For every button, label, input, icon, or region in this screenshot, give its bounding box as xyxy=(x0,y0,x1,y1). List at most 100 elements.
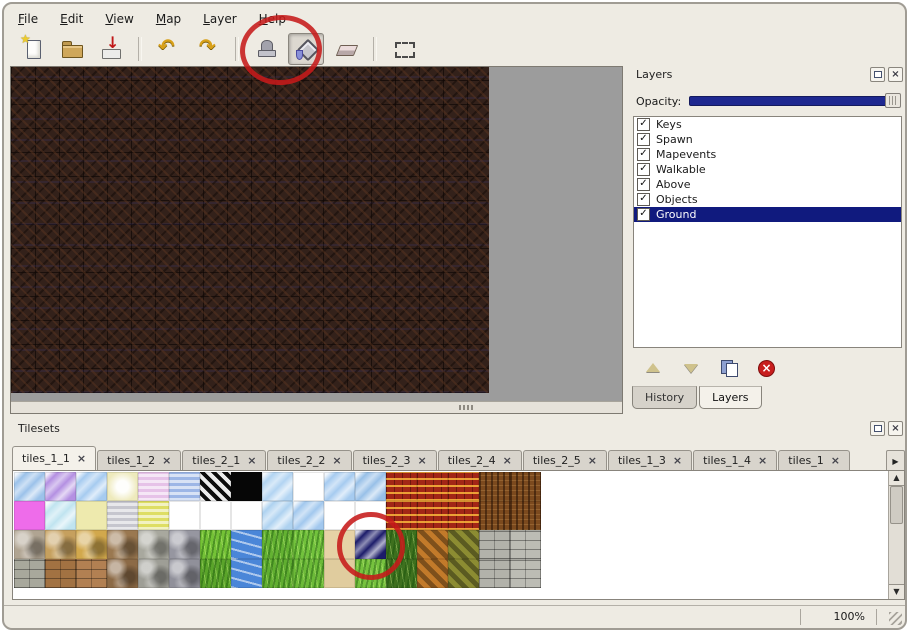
tileset-tile[interactable] xyxy=(293,530,324,559)
tileset-tile[interactable] xyxy=(76,559,107,588)
raise-layer-button[interactable] xyxy=(642,358,664,378)
panel-tab-layers[interactable]: Layers xyxy=(699,386,761,409)
tileset-tile[interactable] xyxy=(510,559,541,588)
tileset-tile[interactable] xyxy=(14,530,45,559)
tab-close-icon[interactable]: × xyxy=(831,455,840,466)
tileset-tile[interactable] xyxy=(417,530,448,559)
tileset-tile[interactable] xyxy=(169,472,200,501)
tileset-tile[interactable] xyxy=(45,501,76,530)
scrollbar-grip-icon[interactable] xyxy=(459,405,475,410)
tileset-tile[interactable] xyxy=(138,501,169,530)
lower-layer-button[interactable] xyxy=(680,358,702,378)
tileset-tile[interactable] xyxy=(45,472,76,501)
tileset-tile[interactable] xyxy=(479,501,510,530)
menu-file[interactable]: File xyxy=(16,10,40,28)
tileset-tab-tiles_1_3[interactable]: tiles_1_3× xyxy=(608,450,692,470)
tileset-tab-tiles_2_1[interactable]: tiles_2_1× xyxy=(182,450,266,470)
tileset-tab-tiles_1_4[interactable]: tiles_1_4× xyxy=(693,450,777,470)
tileset-tile[interactable] xyxy=(200,530,231,559)
tileset-tile[interactable] xyxy=(138,530,169,559)
close-panel-icon[interactable]: × xyxy=(888,421,903,436)
layer-row-above[interactable]: ✓Above xyxy=(634,177,901,192)
tileset-tile[interactable] xyxy=(14,559,45,588)
eraser-button[interactable] xyxy=(329,34,363,64)
menu-view[interactable]: View xyxy=(103,10,135,28)
tileset-tab-tiles_2_3[interactable]: tiles_2_3× xyxy=(353,450,437,470)
tileset-tile[interactable] xyxy=(386,472,417,501)
tileset-tile[interactable] xyxy=(262,501,293,530)
layer-row-mapevents[interactable]: ✓Mapevents xyxy=(634,147,901,162)
delete-layer-button[interactable] xyxy=(756,358,778,378)
undo-button[interactable] xyxy=(152,34,186,64)
tileset-tile[interactable] xyxy=(355,501,386,530)
tileset-tile[interactable] xyxy=(138,559,169,588)
tileset-vertical-scrollbar[interactable]: ▲ ▼ xyxy=(888,471,904,599)
map-horizontal-scrollbar[interactable] xyxy=(11,401,622,413)
layer-visible-checkbox[interactable]: ✓ xyxy=(637,193,650,206)
layer-row-keys[interactable]: ✓Keys xyxy=(634,117,901,132)
tileset-tile[interactable] xyxy=(417,501,448,530)
tab-close-icon[interactable]: × xyxy=(417,455,426,466)
tileset-tile[interactable] xyxy=(45,559,76,588)
tileset-tile[interactable] xyxy=(479,559,510,588)
tab-close-icon[interactable]: × xyxy=(247,455,256,466)
tab-close-icon[interactable]: × xyxy=(673,455,682,466)
open-button[interactable] xyxy=(55,34,89,64)
tab-close-icon[interactable]: × xyxy=(332,455,341,466)
tileset-tile[interactable] xyxy=(200,559,231,588)
redo-button[interactable] xyxy=(191,34,225,64)
tileset-tile[interactable] xyxy=(231,559,262,588)
opacity-slider-handle[interactable] xyxy=(885,93,901,108)
float-panel-icon[interactable] xyxy=(870,421,885,436)
tileset-tile[interactable] xyxy=(448,501,479,530)
tileset-tile[interactable] xyxy=(510,530,541,559)
tileset-tile[interactable] xyxy=(355,530,386,559)
tileset-tile[interactable] xyxy=(169,501,200,530)
layer-row-walkable[interactable]: ✓Walkable xyxy=(634,162,901,177)
float-panel-icon[interactable] xyxy=(870,67,885,82)
tileset-tab-tiles_2_5[interactable]: tiles_2_5× xyxy=(523,450,607,470)
tab-scroll-right-button[interactable]: ▶ xyxy=(886,450,905,472)
tileset-tile[interactable] xyxy=(14,472,45,501)
tileset-tile[interactable] xyxy=(448,472,479,501)
scroll-up-icon[interactable]: ▲ xyxy=(889,471,904,486)
tileset-tile[interactable] xyxy=(417,559,448,588)
layer-row-ground[interactable]: ✓Ground xyxy=(634,207,901,222)
tileset-tile[interactable] xyxy=(355,559,386,588)
tileset-tab-tiles_1_1[interactable]: tiles_1_1× xyxy=(12,446,96,470)
layer-visible-checkbox[interactable]: ✓ xyxy=(637,208,650,221)
stamp-button[interactable] xyxy=(249,34,283,64)
tileset-tile[interactable] xyxy=(293,559,324,588)
tileset-tile[interactable] xyxy=(324,501,355,530)
layer-visible-checkbox[interactable]: ✓ xyxy=(637,148,650,161)
tileset-tile[interactable] xyxy=(231,501,262,530)
opacity-slider[interactable] xyxy=(689,96,901,106)
tileset-tile[interactable] xyxy=(293,472,324,501)
layer-visible-checkbox[interactable]: ✓ xyxy=(637,163,650,176)
tileset-tile[interactable] xyxy=(107,501,138,530)
select-button[interactable] xyxy=(387,34,421,64)
tileset-tile[interactable] xyxy=(262,530,293,559)
layer-row-spawn[interactable]: ✓Spawn xyxy=(634,132,901,147)
tileset-tile[interactable] xyxy=(355,472,386,501)
tileset-tile[interactable] xyxy=(417,472,448,501)
scrollbar-thumb[interactable] xyxy=(890,486,903,524)
tileset-tile[interactable] xyxy=(479,472,510,501)
tab-close-icon[interactable]: × xyxy=(162,455,171,466)
scroll-down-icon[interactable]: ▼ xyxy=(889,584,904,599)
tab-close-icon[interactable]: × xyxy=(77,453,86,464)
tileset-tile[interactable] xyxy=(107,472,138,501)
tileset-tile[interactable] xyxy=(262,472,293,501)
tileset-tile[interactable] xyxy=(324,530,355,559)
close-panel-icon[interactable]: × xyxy=(888,67,903,82)
tileset-tile[interactable] xyxy=(107,530,138,559)
tileset-tab-tiles_1[interactable]: tiles_1× xyxy=(778,450,850,470)
tileset-tile[interactable] xyxy=(293,501,324,530)
tileset-tile[interactable] xyxy=(200,472,231,501)
menu-map[interactable]: Map xyxy=(154,10,183,28)
tileset-tile[interactable] xyxy=(324,559,355,588)
panel-tab-history[interactable]: History xyxy=(632,386,697,409)
tileset-tile[interactable] xyxy=(107,559,138,588)
map-canvas[interactable] xyxy=(11,67,489,393)
menu-help[interactable]: Help xyxy=(257,10,288,28)
